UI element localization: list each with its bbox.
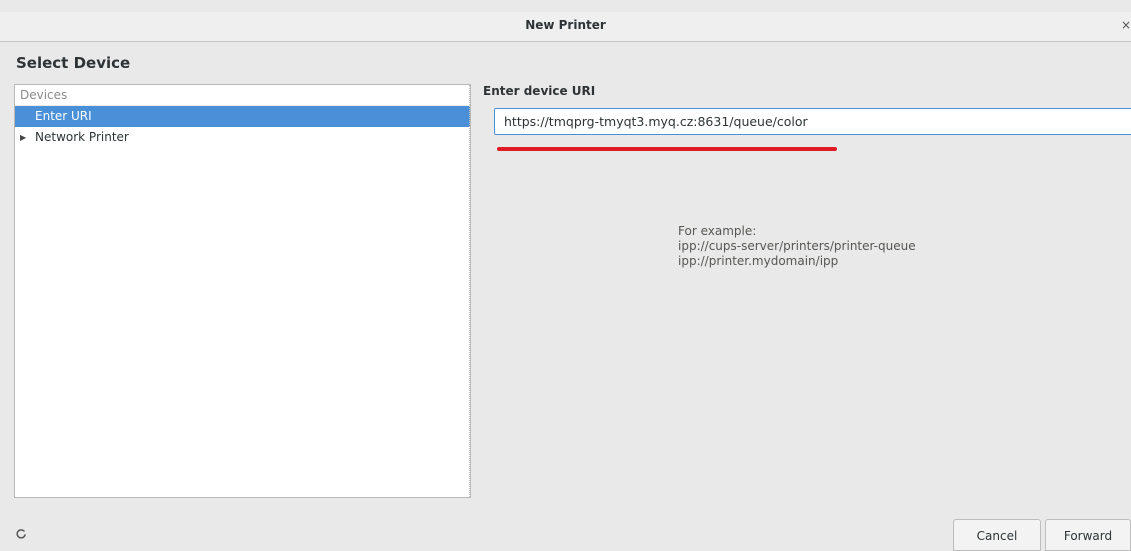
example-text: For example: ipp://cups-server/printers/…	[678, 224, 916, 269]
forward-button[interactable]: Forward	[1045, 519, 1131, 551]
uri-label: Enter device URI	[483, 84, 596, 98]
expander-arrow-icon[interactable]: ▶	[20, 127, 26, 148]
example-line: ipp://cups-server/printers/printer-queue	[678, 239, 916, 253]
device-item-enter-uri[interactable]: Enter URI	[15, 106, 470, 127]
device-list: Devices Enter URI ▶ Network Printer	[14, 84, 471, 498]
device-item-label: Network Printer	[35, 130, 129, 144]
window-title: New Printer	[525, 18, 606, 32]
spinner-icon	[16, 529, 26, 539]
device-item-network-printer[interactable]: ▶ Network Printer	[15, 127, 470, 148]
annotation-underline	[497, 147, 837, 151]
uri-input[interactable]	[494, 108, 1131, 135]
example-line: ipp://printer.mydomain/ipp	[678, 254, 839, 268]
close-icon[interactable]: ×	[1121, 18, 1131, 32]
cancel-button[interactable]: Cancel	[953, 519, 1041, 551]
section-title: Select Device	[16, 54, 131, 72]
devices-column-header: Devices	[15, 85, 470, 106]
title-bar: New Printer ×	[0, 12, 1131, 42]
example-heading: For example:	[678, 224, 757, 238]
device-item-label: Enter URI	[35, 109, 92, 123]
